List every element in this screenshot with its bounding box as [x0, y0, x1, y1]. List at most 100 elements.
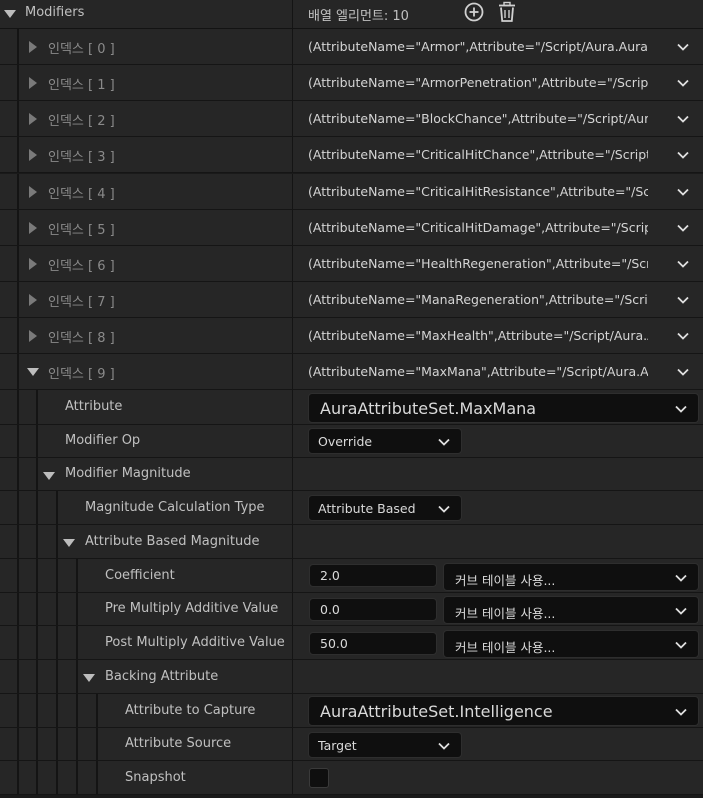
chevron-down-icon: [674, 705, 688, 719]
modifier-op-row: Modifier Op Override: [0, 425, 703, 458]
index-value-text: (AttributeName="BlockChance",Attribute="…: [308, 111, 648, 126]
chevron-down-icon[interactable]: [676, 221, 690, 235]
calc-type-combo[interactable]: Attribute Based: [308, 495, 462, 521]
expand-index-icon[interactable]: [27, 222, 39, 234]
expand-index-icon[interactable]: [27, 294, 39, 306]
index-label: 인덱스 [ 3 ]: [48, 150, 115, 165]
expand-index-icon[interactable]: [27, 41, 39, 53]
index-value-text: (AttributeName="MaxHealth",Attribute="/S…: [308, 328, 648, 343]
post-mult-row: Post Multiply Additive Value 50.0 커브 테이블…: [0, 626, 703, 660]
source-row: Attribute Source Target: [0, 728, 703, 761]
collapse-attr-based-icon[interactable]: [63, 537, 75, 549]
expand-index-icon[interactable]: [27, 330, 39, 342]
array-index-row[interactable]: 인덱스 [ 2 ] (AttributeName="BlockChance",At…: [0, 101, 703, 137]
post-mult-curve-combo[interactable]: 커브 테이블 사용...: [443, 630, 699, 658]
index-value-text: (AttributeName="CriticalHitResistance",A…: [308, 184, 648, 199]
index-label: 인덱스 [ 6 ]: [48, 259, 115, 274]
add-element-icon[interactable]: [463, 1, 485, 23]
coefficient-row: Coefficient 2.0 커브 테이블 사용...: [0, 559, 703, 593]
collapse-backing-icon[interactable]: [83, 672, 95, 684]
source-combo[interactable]: Target: [308, 732, 462, 758]
index-label: 인덱스 [ 8 ]: [48, 331, 115, 346]
coefficient-curve-combo[interactable]: 커브 테이블 사용...: [443, 563, 699, 591]
index-label: 인덱스 [ 0 ]: [48, 42, 115, 57]
coefficient-input[interactable]: 2.0: [309, 564, 437, 587]
array-index-row[interactable]: 인덱스 [ 7 ] (AttributeName="ManaRegeneratio…: [0, 282, 703, 318]
modifiers-header-row: Modifiers 배열 엘리먼트: 10: [0, 0, 703, 29]
index-value-text: (AttributeName="CriticalHitChance",Attri…: [308, 147, 648, 162]
array-index-row[interactable]: 인덱스 [ 5 ] (AttributeName="CriticalHitDama…: [0, 210, 703, 246]
chevron-down-icon: [674, 638, 688, 652]
pre-mult-row: Pre Multiply Additive Value 0.0 커브 테이블 사…: [0, 593, 703, 626]
index-label: 인덱스 [ 9 ]: [48, 367, 115, 382]
index-value-text: (AttributeName="ManaRegeneration",Attrib…: [308, 292, 648, 307]
backing-attribute-row: Backing Attribute: [0, 660, 703, 694]
attribute-label: Attribute: [65, 399, 123, 414]
chevron-down-icon[interactable]: [676, 148, 690, 162]
collapse-index-icon[interactable]: [27, 366, 39, 378]
chevron-down-icon: [674, 604, 688, 618]
expand-index-icon[interactable]: [27, 113, 39, 125]
modifier-op-combo[interactable]: Override: [308, 428, 462, 454]
index-label: 인덱스 [ 5 ]: [48, 223, 115, 238]
capture-combo-value: AuraAttributeSet.Intelligence: [320, 702, 553, 721]
index-value-text: (AttributeName="MaxMana",Attribute="/Scr…: [308, 364, 648, 379]
attribute-combo[interactable]: AuraAttributeSet.MaxMana: [308, 393, 699, 423]
post-mult-input[interactable]: 50.0: [309, 632, 437, 655]
chevron-down-icon: [437, 739, 451, 753]
array-index-row[interactable]: 인덱스 [ 0 ] (AttributeName="Armor",Attribut…: [0, 29, 703, 65]
calc-type-label: Magnitude Calculation Type: [85, 500, 265, 515]
modifier-magnitude-label: Modifier Magnitude: [65, 466, 191, 481]
post-mult-label: Post Multiply Additive Value: [105, 635, 285, 650]
index-label: 인덱스 [ 1 ]: [48, 78, 115, 93]
snapshot-row: Snapshot: [0, 761, 703, 795]
details-panel: Modifiers 배열 엘리먼트: 10 인덱스 [ 0 ] (Attribut…: [0, 0, 703, 798]
chevron-down-icon[interactable]: [676, 185, 690, 199]
capture-combo[interactable]: AuraAttributeSet.Intelligence: [308, 696, 699, 726]
index-value-text: (AttributeName="HealthRegeneration",Attr…: [308, 256, 648, 271]
index-label: 인덱스 [ 7 ]: [48, 295, 115, 310]
modifiers-title: Modifiers: [25, 5, 85, 20]
expand-index-icon[interactable]: [27, 77, 39, 89]
attr-based-label: Attribute Based Magnitude: [85, 534, 260, 549]
capture-label: Attribute to Capture: [125, 703, 256, 718]
index-value-text: (AttributeName="ArmorPenetration",Attrib…: [308, 75, 648, 90]
array-index-row[interactable]: 인덱스 [ 9 ] (AttributeName="MaxMana",Attrib…: [0, 354, 703, 390]
chevron-down-icon[interactable]: [676, 112, 690, 126]
pre-mult-curve-combo[interactable]: 커브 테이블 사용...: [443, 596, 699, 624]
curve-table-text: 커브 테이블 사용...: [455, 640, 556, 655]
calc-type-value: Attribute Based: [318, 501, 416, 516]
collapse-magnitude-icon[interactable]: [43, 470, 55, 482]
modifier-magnitude-row: Modifier Magnitude: [0, 458, 703, 491]
chevron-down-icon: [437, 435, 451, 449]
source-value: Target: [318, 738, 357, 753]
array-index-row[interactable]: 인덱스 [ 8 ] (AttributeName="MaxHealth",Attr…: [0, 318, 703, 354]
expand-index-icon[interactable]: [27, 186, 39, 198]
index-label: 인덱스 [ 4 ]: [48, 187, 115, 202]
chevron-down-icon[interactable]: [676, 293, 690, 307]
snapshot-checkbox[interactable]: [309, 768, 329, 788]
curve-table-text: 커브 테이블 사용...: [455, 606, 556, 621]
chevron-down-icon[interactable]: [676, 257, 690, 271]
backing-label: Backing Attribute: [105, 669, 219, 684]
chevron-down-icon[interactable]: [676, 40, 690, 54]
expand-index-icon[interactable]: [27, 149, 39, 161]
collapse-modifiers-icon[interactable]: [4, 8, 16, 20]
capture-row: Attribute to Capture AuraAttributeSet.In…: [0, 694, 703, 728]
delete-all-icon[interactable]: [496, 1, 518, 23]
chevron-down-icon[interactable]: [676, 365, 690, 379]
chevron-down-icon: [674, 402, 688, 416]
attribute-row: Attribute AuraAttributeSet.MaxMana: [0, 390, 703, 425]
expand-index-icon[interactable]: [27, 258, 39, 270]
array-index-row[interactable]: 인덱스 [ 1 ] (AttributeName="ArmorPenetratio…: [0, 65, 703, 101]
array-index-row[interactable]: 인덱스 [ 6 ] (AttributeName="HealthRegenerat…: [0, 246, 703, 282]
chevron-down-icon[interactable]: [676, 76, 690, 90]
curve-table-text: 커브 테이블 사용...: [455, 573, 556, 588]
index-label: 인덱스 [ 2 ]: [48, 114, 115, 129]
modifier-op-label: Modifier Op: [65, 433, 141, 448]
array-index-row[interactable]: 인덱스 [ 3 ] (AttributeName="CriticalHitChan…: [0, 137, 703, 173]
chevron-down-icon[interactable]: [676, 329, 690, 343]
array-index-row[interactable]: 인덱스 [ 4 ] (AttributeName="CriticalHitResi…: [0, 174, 703, 210]
pre-mult-input[interactable]: 0.0: [309, 598, 437, 621]
chevron-down-icon: [674, 571, 688, 585]
